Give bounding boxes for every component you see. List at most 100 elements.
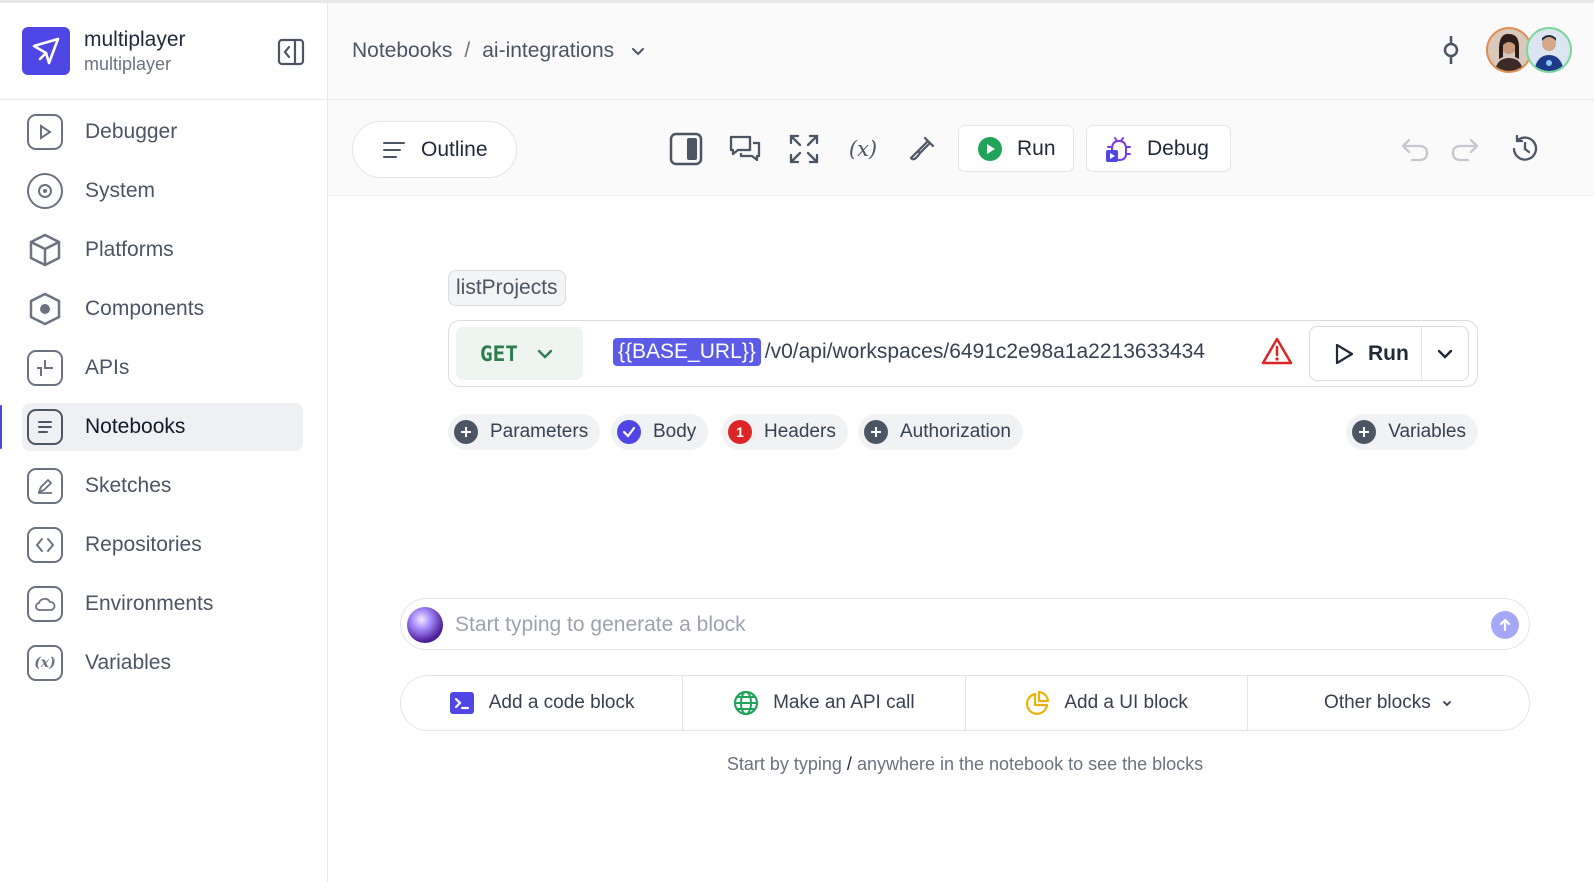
cube-icon: [27, 232, 63, 268]
run-request-label: Run: [1368, 341, 1409, 365]
sidebar-item-apis[interactable]: APIs: [22, 344, 303, 392]
outline-label: Outline: [421, 137, 488, 161]
sidebar-item-label: Debugger: [85, 120, 178, 143]
add-code-block-label: Add a code block: [488, 692, 635, 713]
ai-prompt-bar: [400, 598, 1530, 650]
outline-icon: [383, 140, 405, 160]
run-request-button[interactable]: Run: [1310, 327, 1422, 380]
play-icon: [1334, 343, 1354, 365]
notebook-icon: [27, 409, 63, 445]
parameters-chip[interactable]: Parameters: [448, 414, 601, 450]
outline-button[interactable]: Outline: [352, 121, 517, 178]
authorization-chip[interactable]: Authorization: [858, 414, 1023, 450]
notebook-toolbar: Outline (x) Run Debug: [328, 100, 1594, 196]
add-code-block-button[interactable]: Add a code block: [401, 676, 684, 730]
add-ui-block-button[interactable]: Add a UI block: [966, 676, 1248, 730]
api-icon: [27, 350, 63, 386]
sidebar-item-debugger[interactable]: Debugger: [22, 108, 303, 156]
debug-label: Debug: [1147, 136, 1209, 160]
redo-icon[interactable]: [1448, 132, 1482, 166]
code-icon: [27, 527, 63, 563]
play-circle-icon: [977, 136, 1003, 162]
other-blocks-dropdown[interactable]: Other blocks: [1248, 676, 1529, 730]
fullscreen-icon[interactable]: [787, 132, 821, 166]
sidebar-item-notebooks[interactable]: Notebooks: [0, 403, 303, 451]
play-icon: [27, 114, 63, 150]
pie-chart-icon: [1024, 690, 1050, 716]
breadcrumb-root[interactable]: Notebooks: [352, 39, 452, 63]
make-api-call-button[interactable]: Make an API call: [683, 676, 966, 730]
hexagon-icon: [27, 291, 63, 327]
ai-prompt-input[interactable]: [455, 608, 1455, 642]
history-icon[interactable]: [1508, 132, 1542, 166]
other-blocks-label: Other blocks: [1324, 692, 1431, 713]
http-method-select[interactable]: GET: [456, 327, 583, 380]
git-commit-icon[interactable]: [1436, 35, 1466, 65]
clear-brush-icon[interactable]: [905, 132, 939, 166]
send-arrow-icon[interactable]: [1491, 611, 1519, 639]
workspace-name: multiplayer: [84, 27, 186, 51]
make-api-call-label: Make an API call: [773, 692, 915, 713]
sidebar-item-environments[interactable]: Environments: [22, 580, 303, 628]
request-options-chips: Parameters Body 1 Headers Authorization …: [448, 414, 1478, 450]
globe-icon: [733, 690, 759, 716]
sidebar-nav: Debugger System Platforms Components API…: [0, 100, 327, 687]
undo-icon[interactable]: [1398, 132, 1432, 166]
sidebar-item-label: Variables: [85, 651, 171, 674]
headers-label: Headers: [764, 421, 836, 442]
sidebar-item-label: Repositories: [85, 533, 202, 556]
headers-count-badge: 1: [728, 420, 752, 444]
collapse-sidebar-icon[interactable]: [277, 38, 305, 66]
comments-icon[interactable]: [728, 132, 762, 166]
sidebar-item-label: System: [85, 179, 156, 202]
chevron-down-icon[interactable]: [630, 43, 646, 59]
bug-icon: [1105, 135, 1133, 163]
chevron-down-icon: [1441, 697, 1453, 709]
variable-icon: (x): [27, 645, 63, 681]
plus-circle-icon: [454, 420, 478, 444]
multiplayer-logo[interactable]: [22, 27, 70, 75]
warning-icon[interactable]: [1261, 336, 1293, 366]
sidebar-item-components[interactable]: Components: [22, 285, 303, 333]
debug-button[interactable]: Debug: [1086, 125, 1231, 172]
breadcrumb-separator: /: [464, 39, 471, 62]
sidebar-item-sketches[interactable]: Sketches: [22, 462, 303, 510]
pencil-icon: [27, 468, 63, 504]
sidebar-item-platforms[interactable]: Platforms: [22, 226, 303, 274]
sidebar-item-repositories[interactable]: Repositories: [22, 521, 303, 569]
http-method-label: GET: [480, 341, 518, 366]
panel-toggle-icon[interactable]: [669, 132, 703, 166]
sidebar-item-label: Components: [85, 297, 205, 320]
variables-chip[interactable]: Variables: [1346, 414, 1478, 450]
hint-slash-key: /: [846, 754, 852, 774]
hint-text-after: anywhere in the notebook to see the bloc…: [856, 754, 1204, 774]
sidebar-item-label: Platforms: [85, 238, 174, 261]
terminal-icon: [449, 691, 475, 715]
parameters-label: Parameters: [490, 421, 589, 442]
avatar[interactable]: [1526, 27, 1572, 73]
breadcrumb-current[interactable]: ai-integrations: [482, 39, 614, 63]
run-request-split-button: Run: [1309, 326, 1469, 381]
add-ui-block-label: Add a UI block: [1064, 692, 1188, 713]
sidebar-item-system[interactable]: System: [22, 167, 303, 215]
slash-command-hint: Start by typing / anywhere in the notebo…: [400, 754, 1530, 775]
sidebar-item-label: Environments: [85, 592, 214, 615]
sidebar: multiplayer multiplayer Debugger System …: [0, 3, 328, 882]
chevron-down-icon: [1436, 345, 1454, 363]
url-input[interactable]: {{BASE_URL}} /v0/api/workspaces/6491c2e9…: [613, 338, 1205, 366]
variable-glyph: (x): [34, 655, 56, 671]
variables-icon[interactable]: (x): [846, 132, 880, 166]
sidebar-item-label: Sketches: [85, 474, 172, 497]
radar-icon: [27, 173, 63, 209]
block-name-tag[interactable]: listProjects: [448, 270, 566, 306]
run-all-button[interactable]: Run: [958, 125, 1074, 172]
sidebar-item-label: APIs: [85, 356, 130, 379]
headers-chip[interactable]: 1 Headers: [722, 414, 848, 450]
body-chip[interactable]: Body: [611, 414, 709, 450]
run-options-dropdown[interactable]: [1422, 327, 1468, 380]
sidebar-item-variables[interactable]: (x) Variables: [22, 639, 303, 687]
cloud-icon: [27, 586, 63, 622]
base-url-variable[interactable]: {{BASE_URL}}: [613, 338, 761, 366]
workspace-subtitle: multiplayer: [84, 53, 172, 74]
url-path: /v0/api/workspaces/6491c2e98a1a221363343…: [764, 340, 1205, 363]
